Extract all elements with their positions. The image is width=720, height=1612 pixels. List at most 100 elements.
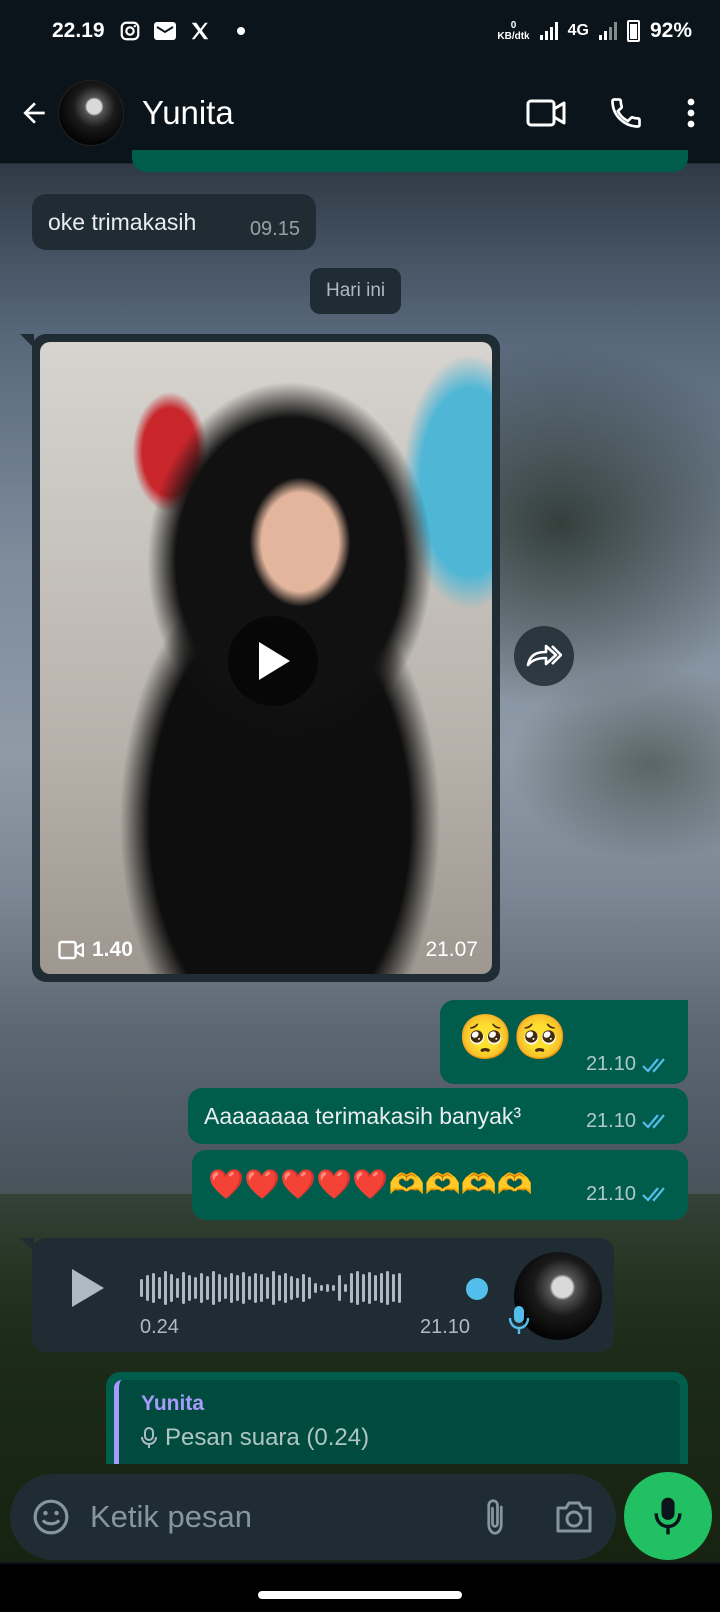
- voice-call-icon[interactable]: [608, 95, 644, 131]
- system-indicators: 0 KB/dtk 4G 92%: [497, 19, 692, 43]
- message-incoming[interactable]: oke trimakasih 09.15: [32, 194, 316, 250]
- composer-actions: [480, 1497, 594, 1537]
- waveform-bar: [320, 1285, 323, 1291]
- waveform-bar: [386, 1271, 389, 1305]
- waveform-bar: [200, 1273, 203, 1303]
- waveform-bar: [296, 1278, 299, 1298]
- forward-icon: [526, 644, 562, 667]
- message-time: 21.07: [425, 938, 478, 961]
- more-options-icon[interactable]: [686, 97, 696, 129]
- waveform-bar: [398, 1273, 401, 1303]
- back-button[interactable]: [16, 95, 52, 131]
- emoji-icon[interactable]: [32, 1498, 70, 1536]
- arrow-left-icon: [23, 101, 45, 124]
- waveform-bar: [182, 1272, 185, 1304]
- quoted-text: Pesan suara (0.24): [141, 1424, 658, 1452]
- waveform-bar: [290, 1276, 293, 1300]
- waveform-bar: [374, 1275, 377, 1301]
- net-speed: 0 KB/dtk: [497, 20, 530, 42]
- mic-icon: [654, 1497, 682, 1535]
- waveform-bar: [176, 1278, 179, 1298]
- waveform-bar: [194, 1277, 197, 1299]
- waveform-bar: [164, 1271, 167, 1305]
- voice-message[interactable]: 0.24 21.10: [20, 1238, 614, 1352]
- quoted-sender: Yunita: [141, 1392, 205, 1415]
- waveform-bar: [260, 1274, 263, 1302]
- waveform-bar: [188, 1275, 191, 1301]
- camera-icon[interactable]: [554, 1499, 594, 1535]
- video-message[interactable]: 1.40 21.07: [20, 334, 500, 982]
- message-time: 09.15: [249, 217, 300, 240]
- header-actions: [526, 95, 704, 131]
- more-notifications-dot: [236, 27, 245, 35]
- video-play-button[interactable]: [228, 616, 318, 706]
- waveform-bar: [326, 1284, 329, 1292]
- voice-seek-handle[interactable]: [466, 1278, 488, 1300]
- quoted-message[interactable]: Yunita Pesan suara (0.24): [114, 1380, 680, 1464]
- home-gesture-handle[interactable]: [258, 1591, 462, 1599]
- waveform-bar: [332, 1285, 335, 1291]
- contact-name[interactable]: Yunita: [142, 94, 234, 132]
- message-outgoing[interactable]: 🥺🥺 21.10: [440, 1000, 688, 1084]
- video-call-icon[interactable]: [526, 97, 566, 129]
- waveform-bar: [302, 1274, 305, 1302]
- waveform-bar: [236, 1275, 239, 1301]
- waveform-bar: [230, 1273, 233, 1303]
- waveform-bar: [212, 1271, 215, 1305]
- voice-play-button[interactable]: [68, 1266, 108, 1310]
- waveform-bar: [170, 1274, 173, 1302]
- waveform-bar: [158, 1277, 161, 1299]
- mail-icon: [153, 22, 176, 40]
- message-time: 21.10: [586, 1110, 672, 1133]
- message-text: Aaaaaaaa terimakasih banyak³: [204, 1102, 522, 1129]
- waveform-bar: [314, 1283, 317, 1293]
- waveform-bar: [380, 1273, 383, 1303]
- voice-waveform[interactable]: [140, 1268, 500, 1308]
- message-composer: [10, 1474, 616, 1560]
- waveform-bar: [152, 1273, 155, 1303]
- voice-record-button[interactable]: [624, 1472, 712, 1560]
- date-separator: Hari ini: [310, 268, 402, 314]
- contact-avatar[interactable]: [58, 79, 124, 146]
- notification-icons: [119, 20, 245, 42]
- waveform-bar: [242, 1272, 245, 1304]
- message-outgoing[interactable]: ❤️❤️❤️❤️❤️🫶🫶🫶🫶 21.10: [192, 1150, 688, 1220]
- waveform-bar: [308, 1277, 311, 1299]
- waveform-bar: [254, 1273, 257, 1303]
- play-icon: [259, 642, 290, 680]
- video-camera-icon: [58, 940, 84, 960]
- waveform-bar: [224, 1277, 227, 1299]
- battery-icon: [626, 20, 640, 42]
- read-ticks-icon: [642, 1114, 665, 1129]
- chat-header: Yunita: [0, 62, 720, 164]
- message-time: 21.10: [586, 1183, 672, 1206]
- waveform-bar: [272, 1271, 275, 1305]
- instagram-icon: [120, 21, 139, 41]
- mic-icon: [508, 1306, 530, 1334]
- message-text: oke trimakasih: [48, 208, 197, 235]
- forward-button[interactable]: [514, 626, 574, 686]
- waveform-bar: [350, 1273, 353, 1303]
- waveform-bar: [248, 1276, 251, 1300]
- status-bar: 22.19 0 KB/dtk 4G 92%: [0, 0, 720, 62]
- reply-message[interactable]: Yunita Pesan suara (0.24): [106, 1372, 688, 1464]
- mic-small-icon: [141, 1427, 157, 1448]
- waveform-bar: [392, 1274, 395, 1302]
- message-input[interactable]: [90, 1499, 430, 1535]
- message-text: 🥺🥺: [458, 1013, 568, 1062]
- signal-icon-2: [598, 22, 617, 40]
- message-time: 21.10: [420, 1316, 471, 1338]
- waveform-bar: [284, 1273, 287, 1303]
- x-app-icon: [191, 22, 208, 40]
- attachment-icon[interactable]: [480, 1497, 510, 1537]
- battery-percent: 92%: [649, 19, 692, 42]
- waveform-bar: [356, 1271, 359, 1305]
- video-thumbnail[interactable]: 1.40 21.07: [40, 342, 492, 974]
- read-ticks-icon: [642, 1058, 665, 1073]
- message-outgoing[interactable]: Aaaaaaaa terimakasih banyak³ 21.10: [188, 1088, 688, 1144]
- waveform-bar: [338, 1275, 341, 1301]
- video-duration: 1.40: [58, 938, 133, 962]
- waveform-bar: [140, 1279, 143, 1297]
- previous-message-edge: [132, 150, 688, 172]
- waveform-bar: [368, 1272, 371, 1304]
